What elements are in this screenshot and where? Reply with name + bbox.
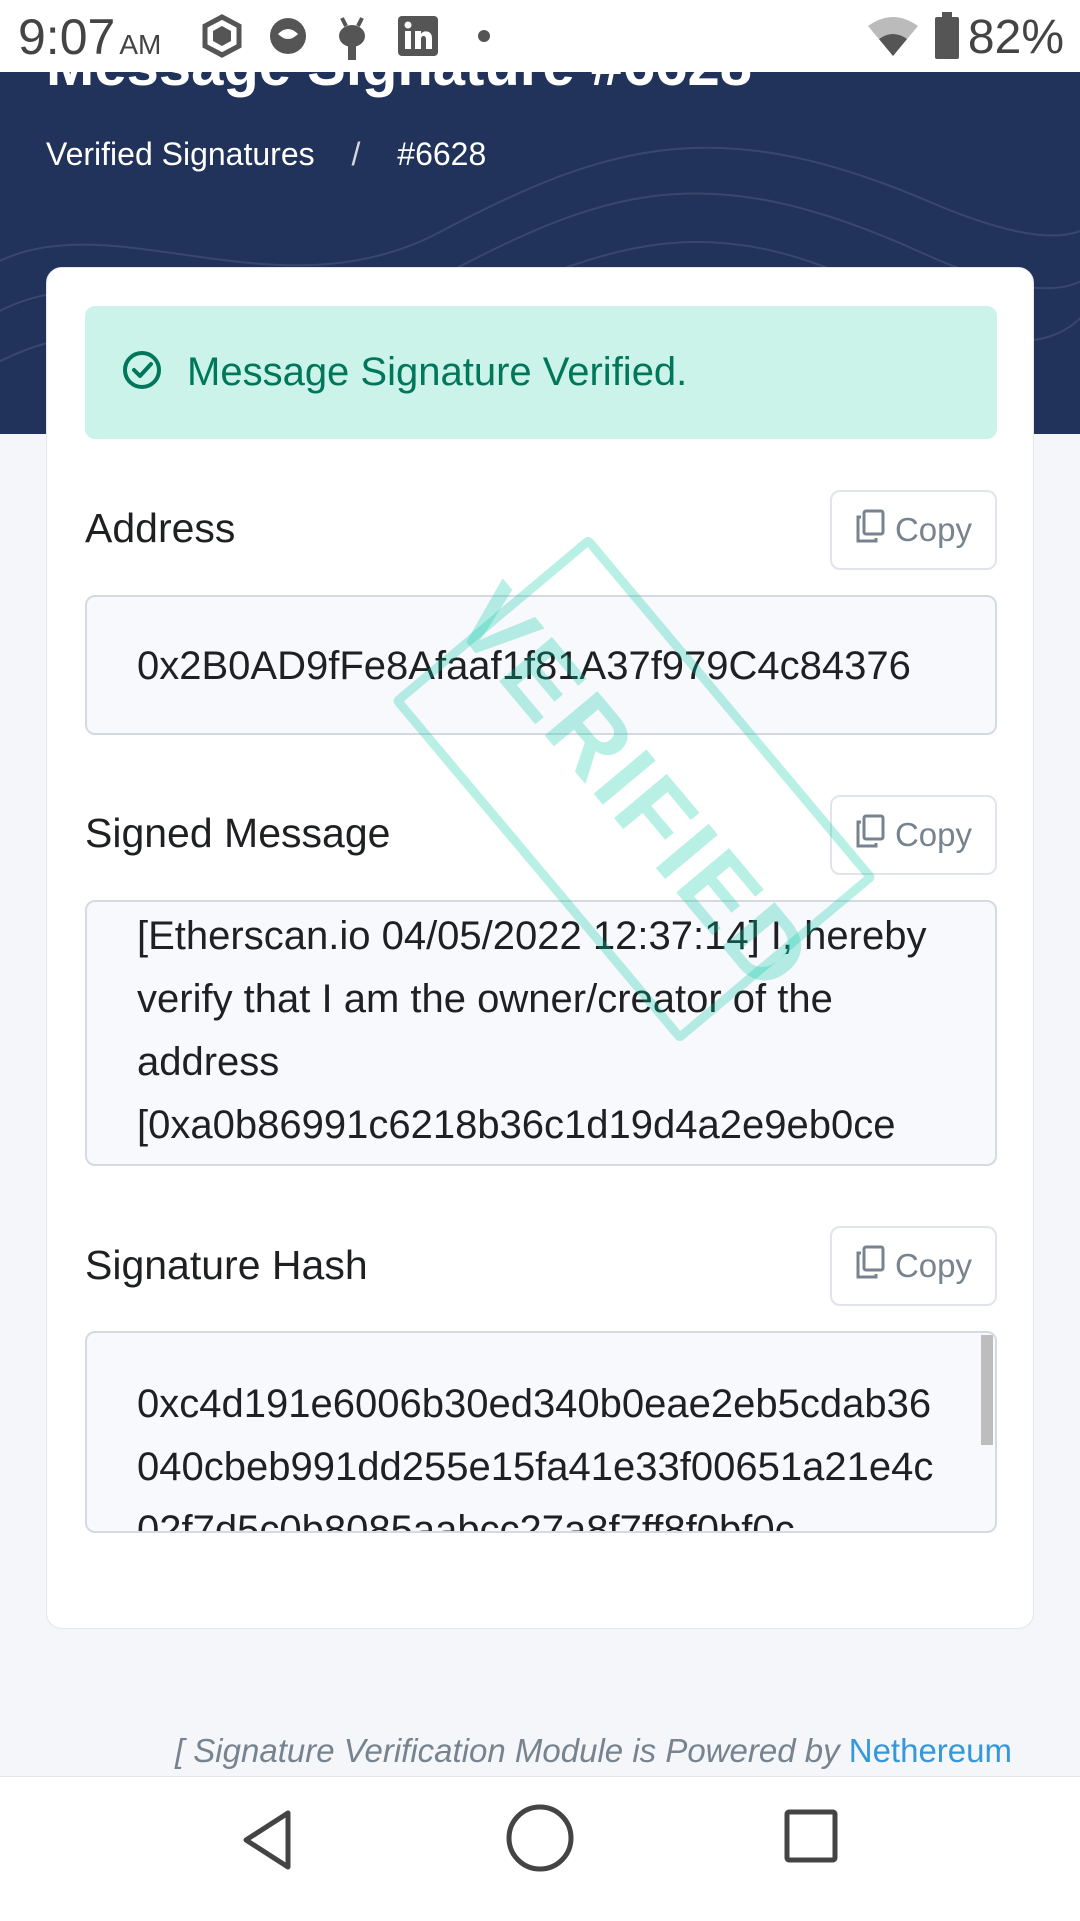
- signed-message-textarea[interactable]: [Etherscan.io 04/05/2022 12:37:14] I, he…: [85, 900, 997, 1166]
- system-navigation-bar: [0, 1776, 1080, 1921]
- breadcrumb-separator: /: [351, 136, 361, 172]
- status-time: 9:07 AM: [18, 8, 161, 66]
- signed-message-label: Signed Message: [85, 810, 391, 856]
- copy-address-label: Copy: [894, 511, 973, 548]
- breadcrumb-link-verified-signatures[interactable]: Verified Signatures: [46, 136, 315, 172]
- copy-icon: [855, 1245, 885, 1287]
- textarea-scrollbar[interactable]: [981, 1335, 993, 1445]
- browser-app-icon: [266, 14, 310, 63]
- verified-alert: Message Signature Verified.: [85, 306, 997, 439]
- signature-hash-textarea[interactable]: 0xc4d191e6006b30ed340b0eae2eb5cdab36040c…: [85, 1331, 997, 1533]
- status-time-ampm: AM: [119, 29, 162, 60]
- battery-percentage: 82%: [967, 11, 1064, 64]
- signed-message-value: [Etherscan.io 04/05/2022 12:37:14] I, he…: [137, 914, 927, 1147]
- signature-hash-label: Signature Hash: [85, 1242, 368, 1288]
- breadcrumb-current: #6628: [397, 136, 487, 172]
- breadcrumb: Verified Signatures / #6628: [46, 136, 486, 173]
- battery-icon: [934, 12, 960, 65]
- nethereum-link[interactable]: Nethereum: [849, 1732, 1012, 1769]
- address-label: Address: [85, 505, 236, 551]
- copy-icon: [855, 509, 885, 551]
- copy-address-button[interactable]: Copy: [830, 490, 997, 570]
- powered-by-text: [ Signature Verification Module is Power…: [174, 1732, 840, 1769]
- signature-card: Message Signature Verified. Address Copy…: [46, 267, 1034, 1629]
- copy-icon: [855, 814, 885, 856]
- back-icon[interactable]: [238, 1805, 298, 1880]
- address-value: 0x2B0AD9fFe8Afaaf1f81A37f979C4c84376: [137, 644, 911, 688]
- wifi-icon: [866, 14, 920, 63]
- notification-dot-icon: [476, 28, 492, 49]
- copy-signed-message-button[interactable]: Copy: [830, 795, 997, 875]
- recents-icon[interactable]: [782, 1807, 840, 1870]
- copy-signature-hash-button[interactable]: Copy: [830, 1226, 997, 1306]
- check-circle-icon: [121, 349, 163, 396]
- copy-signed-message-label: Copy: [894, 816, 973, 853]
- status-bar: 9:07 AM 82%: [0, 0, 1080, 72]
- android-debug-icon: [330, 14, 374, 67]
- linkedin-icon: [396, 14, 440, 63]
- alert-message: Message Signature Verified.: [187, 350, 688, 394]
- home-icon[interactable]: [503, 1801, 577, 1880]
- hexagon-app-icon: [200, 14, 244, 63]
- copy-signature-hash-label: Copy: [894, 1247, 973, 1284]
- address-field[interactable]: 0x2B0AD9fFe8Afaaf1f81A37f979C4c84376: [85, 595, 997, 735]
- status-time-value: 9:07: [18, 9, 116, 65]
- powered-by-note: [ Signature Verification Module is Power…: [175, 1732, 1012, 1770]
- signature-hash-value: 0xc4d191e6006b30ed340b0eae2eb5cdab36040c…: [137, 1382, 934, 1533]
- page-title: Message Signature #6628: [46, 72, 752, 99]
